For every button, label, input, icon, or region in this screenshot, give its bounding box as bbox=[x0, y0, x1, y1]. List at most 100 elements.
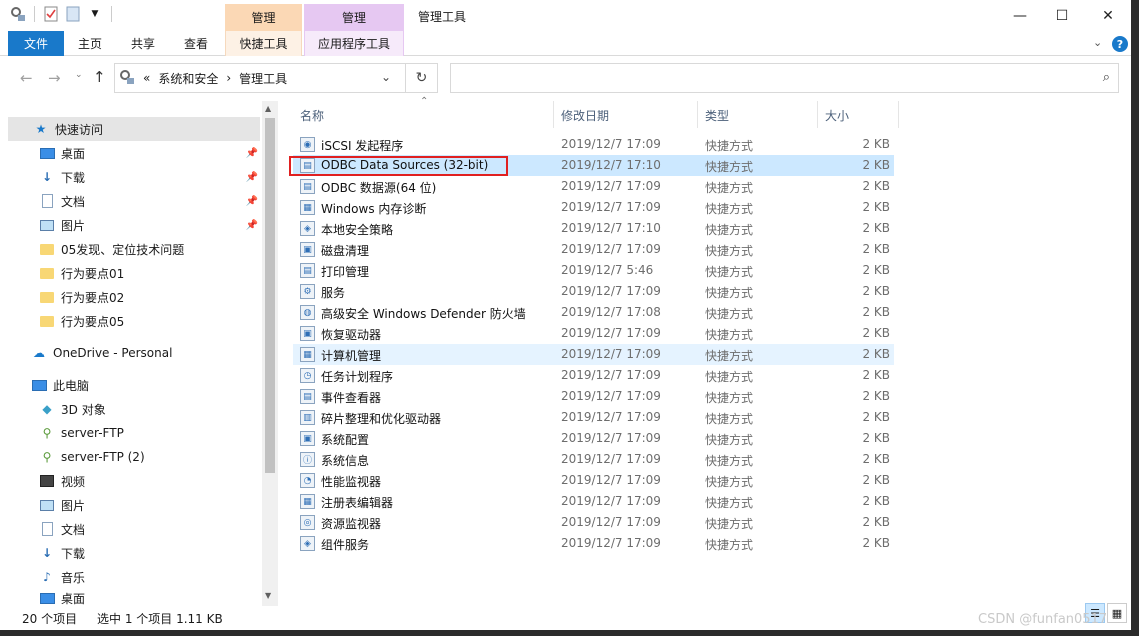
file-size: 2 KB bbox=[862, 305, 890, 319]
file-row[interactable]: ▦ Windows 内存诊断 2019/12/7 17:09 快捷方式 2 KB bbox=[293, 197, 894, 218]
close-button[interactable]: ✕ bbox=[1085, 0, 1131, 31]
nav-pc-pictures[interactable]: 图片 bbox=[8, 493, 260, 517]
nav-desktop[interactable]: 桌面 📌 bbox=[8, 141, 260, 165]
breadcrumb-system-security[interactable]: 系统和安全 bbox=[158, 70, 218, 87]
nav-onedrive[interactable]: ☁ OneDrive - Personal bbox=[8, 341, 260, 365]
file-row[interactable]: ⓘ 系统信息 2019/12/7 17:09 快捷方式 2 KB bbox=[293, 449, 894, 470]
column-header-size[interactable]: 大小 bbox=[825, 103, 849, 127]
file-type: 快捷方式 bbox=[705, 244, 754, 258]
file-row[interactable]: ▤ 打印管理 2019/12/7 5:46 快捷方式 2 KB bbox=[293, 260, 894, 281]
file-row[interactable]: ▣ 恢复驱动器 2019/12/7 17:09 快捷方式 2 KB bbox=[293, 323, 894, 344]
refresh-icon[interactable]: ↻ bbox=[405, 64, 437, 92]
forward-arrow-icon[interactable]: → bbox=[48, 69, 61, 87]
tab-application-tools[interactable]: 应用程序工具 bbox=[304, 31, 404, 56]
breadcrumb-admin-tools[interactable]: 管理工具 bbox=[239, 70, 287, 87]
file-date: 2019/12/7 17:09 bbox=[561, 494, 661, 508]
nav-downloads[interactable]: ↓ 下载 📌 bbox=[8, 165, 260, 189]
nav-label: 音乐 bbox=[61, 570, 86, 585]
minimize-button[interactable]: — bbox=[997, 0, 1043, 31]
file-row[interactable]: ⚙ 服务 2019/12/7 17:09 快捷方式 2 KB bbox=[293, 281, 894, 302]
help-icon[interactable]: ? bbox=[1112, 36, 1128, 52]
properties-icon[interactable] bbox=[43, 6, 59, 22]
file-type: 快捷方式 bbox=[705, 349, 754, 363]
nav-folder[interactable]: 行为要点05 bbox=[8, 309, 260, 333]
nav-scrollbar[interactable]: ▲ ▼ bbox=[262, 101, 278, 606]
file-row[interactable]: ◉ iSCSI 发起程序 2019/12/7 17:09 快捷方式 2 KB bbox=[293, 134, 894, 155]
column-divider[interactable] bbox=[817, 101, 818, 128]
nav-documents[interactable]: 文档 📌 bbox=[8, 189, 260, 213]
pin-icon[interactable]: 📌 bbox=[246, 196, 258, 207]
file-row[interactable]: ▣ 系统配置 2019/12/7 17:09 快捷方式 2 KB bbox=[293, 428, 894, 449]
nav-folder[interactable]: 行为要点02 bbox=[8, 285, 260, 309]
file-date: 2019/12/7 17:09 bbox=[561, 179, 661, 193]
file-size: 2 KB bbox=[862, 410, 890, 424]
file-row[interactable]: ▦ 注册表编辑器 2019/12/7 17:09 快捷方式 2 KB bbox=[293, 491, 894, 512]
nav-3d-objects[interactable]: ◆ 3D 对象 bbox=[8, 397, 260, 421]
column-divider[interactable] bbox=[697, 101, 698, 128]
nav-folder[interactable]: 05发现、定位技术问题 bbox=[8, 237, 260, 261]
tab-shortcut-tools[interactable]: 快捷工具 bbox=[225, 31, 302, 56]
nav-server-ftp-2[interactable]: ⚲ server-FTP (2) bbox=[8, 445, 260, 469]
back-arrow-icon[interactable]: ← bbox=[20, 69, 33, 87]
shortcut-icon: ◈ bbox=[300, 221, 315, 236]
column-header-type[interactable]: 类型 bbox=[705, 103, 729, 127]
shortcut-icon: ▦ bbox=[300, 200, 315, 215]
maximize-button[interactable]: ☐ bbox=[1039, 0, 1085, 31]
file-type: 快捷方式 bbox=[705, 139, 754, 153]
tab-view[interactable]: 查看 bbox=[174, 31, 218, 56]
nav-pc-documents[interactable]: 文档 bbox=[8, 517, 260, 541]
nav-videos[interactable]: 视频 bbox=[8, 469, 260, 493]
breadcrumb-overflow[interactable]: « bbox=[143, 71, 150, 85]
file-row[interactable]: ◔ 性能监视器 2019/12/7 17:09 快捷方式 2 KB bbox=[293, 470, 894, 491]
search-input[interactable]: ⌕ bbox=[450, 63, 1119, 93]
scroll-up-icon[interactable]: ▲ bbox=[265, 104, 271, 113]
picture-icon bbox=[38, 217, 56, 233]
tab-home[interactable]: 主页 bbox=[68, 31, 112, 56]
nav-folder[interactable]: 行为要点01 bbox=[8, 261, 260, 285]
file-row[interactable]: ▤ ODBC 数据源(64 位) 2019/12/7 17:09 快捷方式 2 KB bbox=[293, 176, 894, 197]
shortcut-icon: ◎ bbox=[300, 515, 315, 530]
tab-file[interactable]: 文件 bbox=[8, 31, 64, 56]
customize-toolbar-icon[interactable]: ▼ bbox=[87, 6, 103, 22]
scrollbar-thumb[interactable] bbox=[265, 118, 275, 473]
address-bar[interactable]: « 系统和安全 › 管理工具 ⌄ ↻ bbox=[114, 63, 438, 93]
nav-pictures[interactable]: 图片 📌 bbox=[8, 213, 260, 237]
nav-server-ftp[interactable]: ⚲ server-FTP bbox=[8, 421, 260, 445]
shortcut-icon: ◈ bbox=[300, 536, 315, 551]
scroll-down-icon[interactable]: ▼ bbox=[265, 591, 271, 600]
title-bar: ▼ 管理 管理 管理工具 — ☐ ✕ bbox=[0, 0, 1131, 31]
new-folder-icon[interactable] bbox=[65, 6, 81, 22]
file-date: 2019/12/7 17:09 bbox=[561, 137, 661, 151]
up-arrow-icon[interactable]: ↑ bbox=[93, 68, 106, 86]
file-row[interactable]: ◍ 高级安全 Windows Defender 防火墙 2019/12/7 17:0… bbox=[293, 302, 894, 323]
nav-this-pc[interactable]: 此电脑 bbox=[8, 373, 260, 397]
file-type: 快捷方式 bbox=[705, 391, 754, 405]
pin-icon[interactable]: 📌 bbox=[246, 172, 258, 183]
file-row[interactable]: ▦ 计算机管理 2019/12/7 17:09 快捷方式 2 KB bbox=[293, 344, 894, 365]
pin-icon[interactable]: 📌 bbox=[246, 148, 258, 159]
file-date: 2019/12/7 5:46 bbox=[561, 263, 654, 277]
file-row[interactable]: ◈ 本地安全策略 2019/12/7 17:10 快捷方式 2 KB bbox=[293, 218, 894, 239]
breadcrumb-separator[interactable]: › bbox=[226, 71, 231, 85]
nav-pc-desktop[interactable]: 桌面 bbox=[8, 589, 260, 607]
nav-quick-access[interactable]: ★ 快速访问 bbox=[8, 117, 260, 141]
tab-share[interactable]: 共享 bbox=[120, 31, 166, 56]
file-name: 计算机管理 bbox=[321, 349, 382, 363]
file-row[interactable]: ◎ 资源监视器 2019/12/7 17:09 快捷方式 2 KB bbox=[293, 512, 894, 533]
file-row[interactable]: ◈ 组件服务 2019/12/7 17:09 快捷方式 2 KB bbox=[293, 533, 894, 554]
recent-locations-icon[interactable]: ⌄ bbox=[75, 70, 83, 80]
column-header-name[interactable]: 名称 bbox=[300, 103, 324, 127]
file-row[interactable]: ▤ 事件查看器 2019/12/7 17:09 快捷方式 2 KB bbox=[293, 386, 894, 407]
address-dropdown-icon[interactable]: ⌄ bbox=[381, 70, 391, 84]
large-icons-view-icon[interactable]: ▦ bbox=[1107, 603, 1127, 623]
file-row[interactable]: ◷ 任务计划程序 2019/12/7 17:09 快捷方式 2 KB bbox=[293, 365, 894, 386]
pin-icon[interactable]: 📌 bbox=[246, 220, 258, 231]
nav-music[interactable]: ♪ 音乐 bbox=[8, 565, 260, 589]
file-row[interactable]: ▥ 碎片整理和优化驱动器 2019/12/7 17:09 快捷方式 2 KB bbox=[293, 407, 894, 428]
column-divider[interactable] bbox=[898, 101, 899, 128]
column-header-date[interactable]: 修改日期 bbox=[561, 103, 609, 127]
column-divider[interactable] bbox=[553, 101, 554, 128]
nav-pc-downloads[interactable]: ↓ 下载 bbox=[8, 541, 260, 565]
expand-ribbon-icon[interactable]: ⌄ bbox=[1093, 36, 1102, 49]
file-row[interactable]: ▣ 磁盘清理 2019/12/7 17:09 快捷方式 2 KB bbox=[293, 239, 894, 260]
